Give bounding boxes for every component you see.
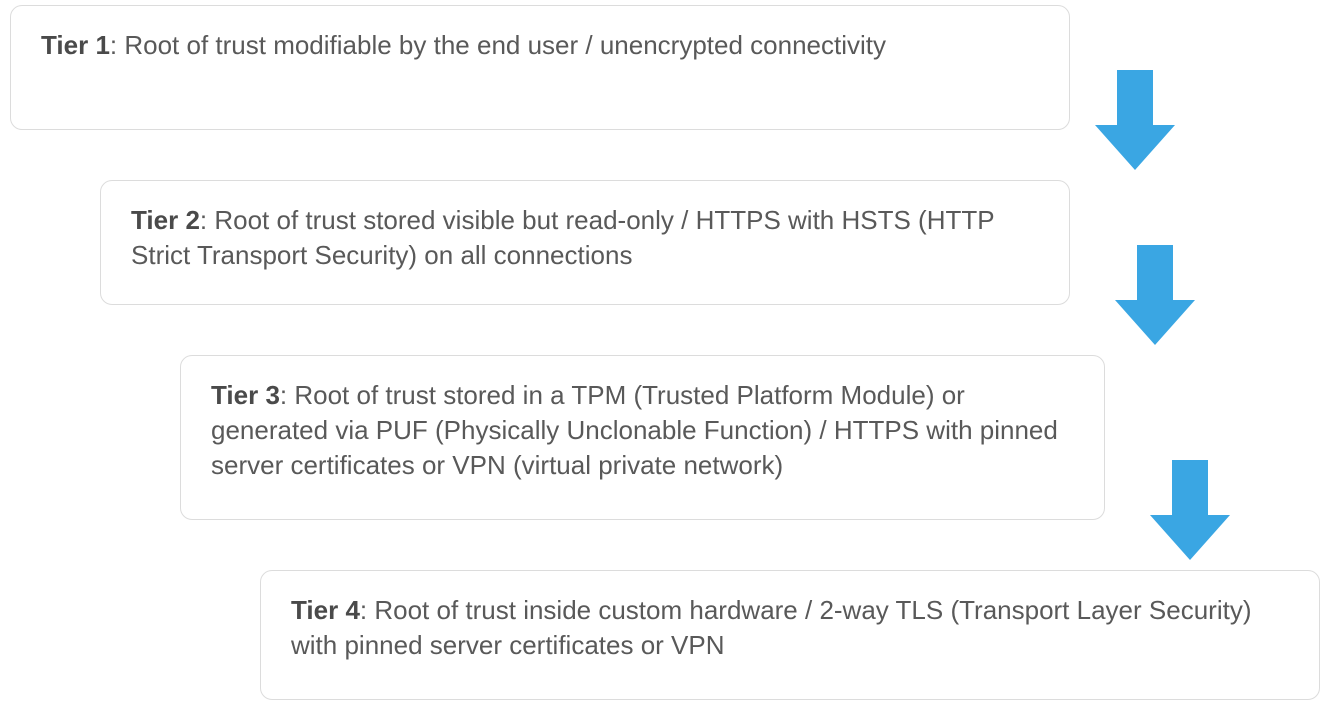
tier-2-label: Tier 2 <box>131 205 200 235</box>
tier-4-box: Tier 4: Root of trust inside custom hard… <box>260 570 1320 700</box>
tier-1-text: : Root of trust modifiable by the end us… <box>110 30 886 60</box>
tier-2-text: : Root of trust stored visible but read-… <box>131 205 994 270</box>
arrow-down-icon <box>1115 245 1195 345</box>
tier-4-text: : Root of trust inside custom hardware /… <box>291 595 1251 660</box>
tier-3-box: Tier 3: Root of trust stored in a TPM (T… <box>180 355 1105 520</box>
diagram-canvas: Tier 1: Root of trust modifiable by the … <box>0 0 1333 712</box>
arrow-down-icon <box>1150 460 1230 560</box>
tier-3-label: Tier 3 <box>211 380 280 410</box>
arrow-down-icon <box>1095 70 1175 170</box>
tier-4-label: Tier 4 <box>291 595 360 625</box>
tier-1-label: Tier 1 <box>41 30 110 60</box>
tier-1-box: Tier 1: Root of trust modifiable by the … <box>10 5 1070 130</box>
tier-3-text: : Root of trust stored in a TPM (Trusted… <box>211 380 1058 480</box>
tier-2-box: Tier 2: Root of trust stored visible but… <box>100 180 1070 305</box>
